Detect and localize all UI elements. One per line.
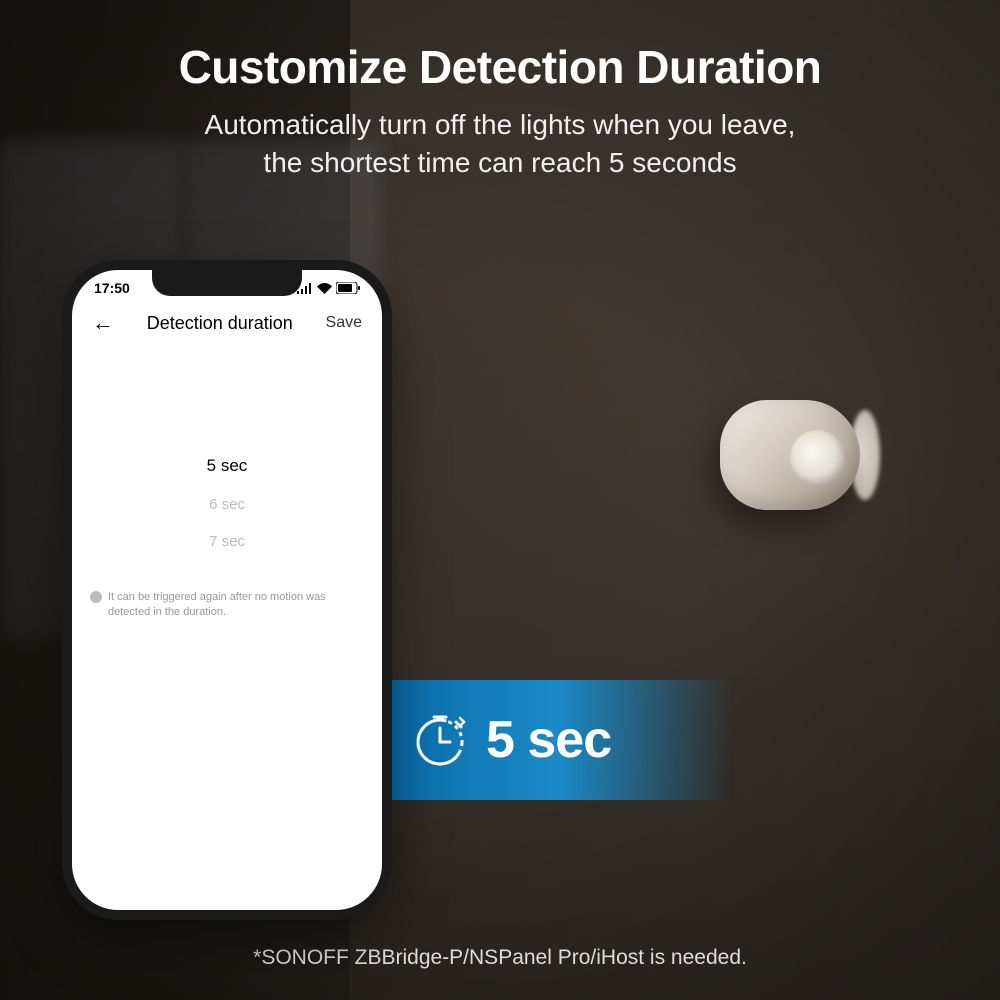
headline: Customize Detection Duration xyxy=(0,40,1000,94)
info-icon xyxy=(90,591,102,603)
picker-option[interactable]: 6 sec xyxy=(72,486,382,523)
subheadline: Automatically turn off the lights when y… xyxy=(0,106,1000,182)
duration-picker[interactable]: 5 sec 6 sec 7 sec xyxy=(72,446,382,560)
marketing-header: Customize Detection Duration Automatical… xyxy=(0,40,1000,182)
status-time: 17:50 xyxy=(94,280,130,296)
help-text-label: It can be triggered again after no motio… xyxy=(108,590,364,621)
sensor-lens xyxy=(790,430,845,485)
battery-icon xyxy=(336,282,360,294)
back-arrow-icon[interactable]: ← xyxy=(92,310,114,336)
nav-bar: ← Detection duration Save xyxy=(72,300,382,346)
status-icons xyxy=(297,282,360,294)
phone-mockup: 17:50 ← Detection duration Save 5 sec 6 … xyxy=(72,270,382,910)
duration-callout: 5 sec xyxy=(382,680,732,800)
callout-value: 5 sec xyxy=(486,710,611,770)
save-button[interactable]: Save xyxy=(326,314,362,332)
timer-icon xyxy=(412,712,468,768)
screen-title: Detection duration xyxy=(147,313,293,334)
picker-selected-value[interactable]: 5 sec xyxy=(72,446,382,486)
footer-note: *SONOFF ZBBridge-P/NSPanel Pro/iHost is … xyxy=(0,946,1000,970)
phone-notch xyxy=(152,270,302,296)
wifi-icon xyxy=(317,283,332,294)
picker-option[interactable]: 7 sec xyxy=(72,523,382,560)
help-text-row: It can be triggered again after no motio… xyxy=(72,560,382,651)
